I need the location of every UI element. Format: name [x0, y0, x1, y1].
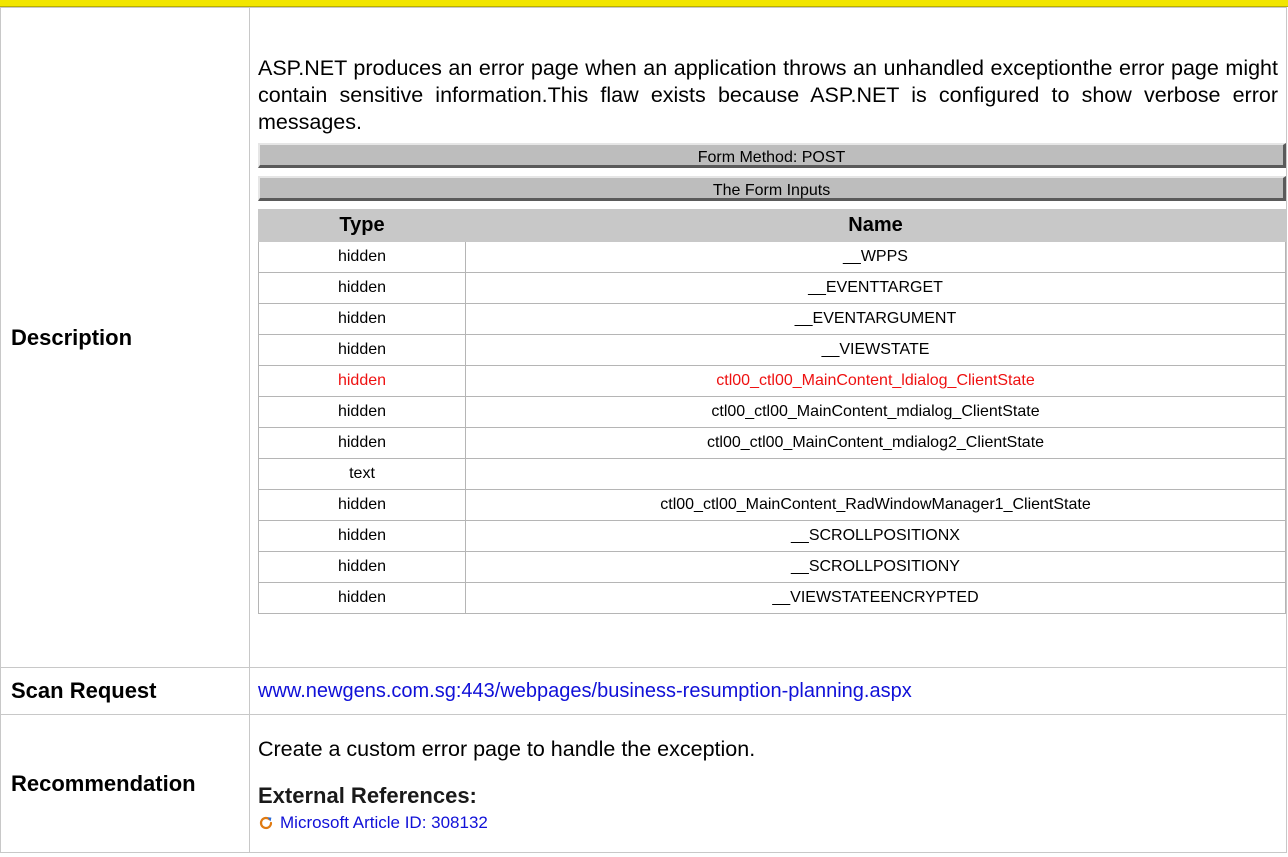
- table-row: hidden ctl00_ctl00_MainContent_RadWindowM…: [258, 489, 1286, 521]
- table-row: hidden __VIEWSTATE: [258, 334, 1286, 366]
- input-name-cell: ctl00_ctl00_MainContent_ldialog_ClientSt…: [465, 365, 1286, 397]
- input-type-cell: hidden: [258, 489, 466, 521]
- input-type-cell: text: [258, 458, 466, 490]
- input-name-cell: __VIEWSTATEENCRYPTED: [465, 582, 1286, 614]
- input-name-cell: __VIEWSTATE: [465, 334, 1286, 366]
- top-highlight-bar: [0, 0, 1288, 7]
- input-name-cell: __EVENTTARGET: [465, 272, 1286, 304]
- input-name-cell: __SCROLLPOSITIONY: [465, 551, 1286, 583]
- recommendation-label: Recommendation: [0, 714, 250, 853]
- input-type-cell: hidden: [258, 520, 466, 552]
- description-row: Description ASP.NET produces an error pa…: [0, 7, 1287, 668]
- input-type-cell: hidden: [258, 303, 466, 335]
- input-name-cell: ctl00_ctl00_MainContent_mdialog2_ClientS…: [465, 427, 1286, 459]
- recommendation-text: Create a custom error page to handle the…: [258, 737, 756, 761]
- external-reference-item: Microsoft Article ID: 308132: [258, 813, 1286, 833]
- recommendation-row: Recommendation Create a custom error pag…: [0, 714, 1287, 853]
- table-row: hidden __EVENTARGUMENT: [258, 303, 1286, 335]
- input-name-cell: [465, 458, 1286, 490]
- vulnerability-report-table: Description ASP.NET produces an error pa…: [0, 7, 1287, 853]
- table-row: text: [258, 458, 1286, 490]
- table-row: hidden __VIEWSTATEENCRYPTED: [258, 582, 1286, 614]
- recommendation-content: Create a custom error page to handle the…: [249, 714, 1287, 853]
- form-inputs-title-bar: The Form Inputs: [258, 176, 1286, 201]
- input-name-cell: ctl00_ctl00_MainContent_mdialog_ClientSt…: [465, 396, 1286, 428]
- form-inputs-table: Type Name hidden __WPPS hidden __EVENTTARGE…: [258, 209, 1286, 614]
- input-type-cell: hidden: [258, 551, 466, 583]
- microsoft-article-link[interactable]: Microsoft Article ID: 308132: [280, 813, 488, 833]
- scan-request-label: Scan Request: [0, 667, 250, 715]
- description-content: ASP.NET produces an error page when an a…: [249, 7, 1287, 668]
- input-type-cell: hidden: [258, 334, 466, 366]
- scan-request-link[interactable]: www.newgens.com.sg:443/webpages/business…: [258, 680, 912, 702]
- input-name-cell: __WPPS: [465, 241, 1286, 273]
- table-row: hidden ctl00_ctl00_MainContent_mdialog_Cl…: [258, 396, 1286, 428]
- name-column-header: Name: [465, 209, 1286, 242]
- input-type-cell: hidden: [258, 582, 466, 614]
- table-row: hidden __SCROLLPOSITIONX: [258, 520, 1286, 552]
- input-type-cell: hidden: [258, 365, 466, 397]
- refresh-link-icon: [258, 815, 274, 831]
- scan-request-row: Scan Request www.newgens.com.sg:443/webp…: [0, 667, 1287, 715]
- description-text: ASP.NET produces an error page when an a…: [258, 56, 1278, 134]
- form-inputs-body: hidden __WPPS hidden __EVENTTARGET hidden __E…: [258, 241, 1286, 614]
- input-name-cell: ctl00_ctl00_MainContent_RadWindowManager…: [465, 489, 1286, 521]
- table-row: hidden __WPPS: [258, 241, 1286, 273]
- external-references-heading: External References:: [258, 783, 477, 808]
- input-type-cell: hidden: [258, 272, 466, 304]
- table-row: hidden __EVENTTARGET: [258, 272, 1286, 304]
- description-label: Description: [0, 7, 250, 668]
- input-type-cell: hidden: [258, 396, 466, 428]
- type-column-header: Type: [258, 209, 466, 242]
- scan-request-content: www.newgens.com.sg:443/webpages/business…: [249, 667, 1287, 715]
- table-row: hidden ctl00_ctl00_MainContent_mdialog2_C…: [258, 427, 1286, 459]
- form-method-bar: Form Method: POST: [258, 143, 1286, 168]
- input-type-cell: hidden: [258, 427, 466, 459]
- input-name-cell: __SCROLLPOSITIONX: [465, 520, 1286, 552]
- input-name-cell: __EVENTARGUMENT: [465, 303, 1286, 335]
- table-row: hidden ctl00_ctl00_MainContent_ldialog_Cl…: [258, 365, 1286, 397]
- input-type-cell: hidden: [258, 241, 466, 273]
- table-row: hidden __SCROLLPOSITIONY: [258, 551, 1286, 583]
- form-inputs-header-row: Type Name: [258, 209, 1286, 242]
